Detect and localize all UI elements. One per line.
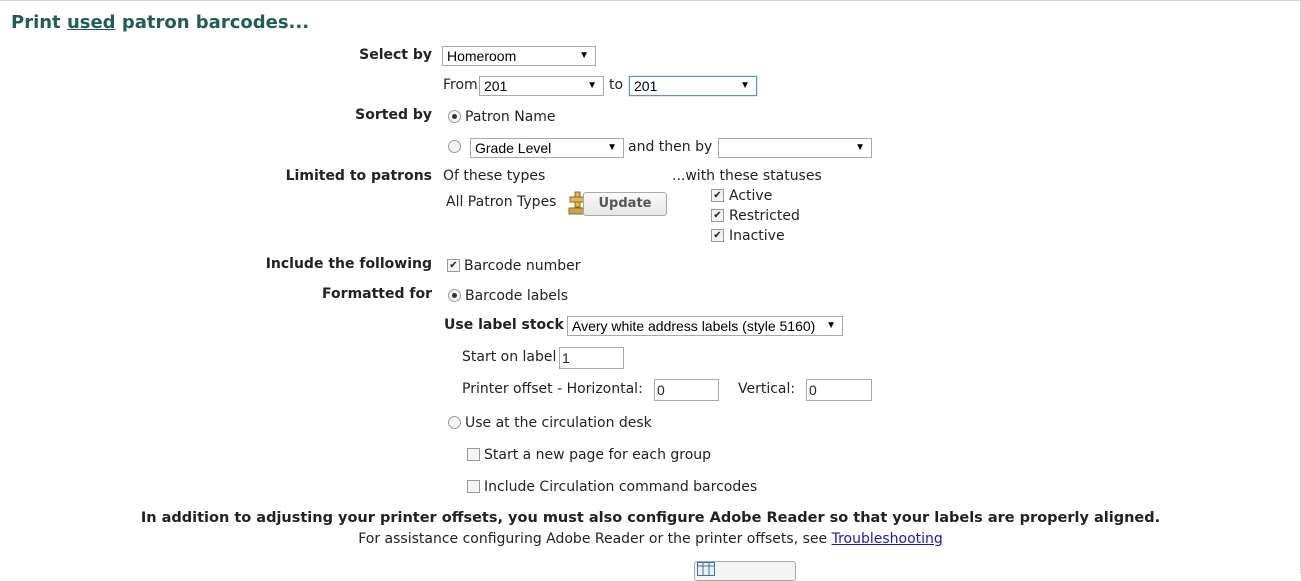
start-on-label-input[interactable]: 1 [559, 347, 624, 369]
adobe-notice: In addition to adjusting your printer of… [140, 510, 1161, 526]
new-page-checkbox[interactable] [467, 448, 480, 461]
status-active-label: Active [729, 188, 773, 204]
chevron-down-icon: ▼ [587, 80, 597, 91]
sort-grade-level-radio[interactable] [448, 140, 461, 153]
chevron-down-icon: ▼ [740, 80, 750, 91]
circulation-desk-radio[interactable] [448, 416, 461, 429]
select-by-dropdown[interactable]: Homeroom ▼ [442, 46, 596, 66]
circ-commands-label: Include Circulation command barcodes [484, 479, 758, 495]
label-stock-dropdown[interactable]: Avery white address labels (style 5160) ▼ [567, 316, 843, 336]
barcode-number-checkbox[interactable]: ✔ [447, 259, 460, 272]
from-label: From [443, 77, 478, 93]
to-label: to [609, 77, 624, 93]
print-button[interactable] [694, 561, 796, 581]
select-by-label: Select by [359, 47, 432, 63]
start-on-label: Start on label [462, 349, 557, 365]
page-title: Print used patron barcodes... [11, 12, 310, 33]
chevron-down-icon: ▼ [826, 320, 836, 331]
barcode-labels-label: Barcode labels [465, 288, 568, 304]
barcode-labels-radio[interactable] [448, 289, 461, 302]
chevron-down-icon: ▼ [579, 50, 589, 61]
label-stock-label: Use label stock [444, 317, 564, 333]
status-inactive-label: Inactive [729, 228, 785, 244]
sort-patron-name-label: Patron Name [465, 109, 556, 125]
status-active-checkbox[interactable]: ✔ [711, 189, 724, 202]
chevron-down-icon: ▼ [607, 142, 617, 153]
circ-commands-checkbox[interactable] [467, 480, 480, 493]
troubleshooting-link[interactable]: Troubleshooting [832, 531, 943, 547]
update-button[interactable]: Update [583, 192, 667, 216]
statuses-header: ...with these statuses [672, 168, 822, 184]
chevron-down-icon: ▼ [855, 142, 865, 153]
from-dropdown[interactable]: 201 ▼ [479, 76, 604, 96]
offset-vertical-label: Vertical: [738, 381, 796, 397]
new-page-label: Start a new page for each group [484, 447, 712, 463]
then-by-dropdown[interactable]: ▼ [718, 138, 872, 158]
circulation-desk-label: Use at the circulation desk [465, 415, 652, 431]
status-restricted-checkbox[interactable]: ✔ [711, 209, 724, 222]
limited-label: Limited to patrons [285, 168, 432, 184]
barcode-number-label: Barcode number [464, 258, 581, 274]
status-restricted-label: Restricted [729, 208, 800, 224]
include-label: Include the following [265, 256, 432, 272]
offset-horizontal-label: Printer offset - Horizontal: [462, 381, 643, 397]
formatted-for-label: Formatted for [322, 286, 432, 302]
offset-vertical-input[interactable]: 0 [806, 379, 872, 401]
types-header: Of these types [443, 168, 546, 184]
sort-patron-name-radio[interactable] [448, 110, 461, 123]
sort-field-dropdown[interactable]: Grade Level ▼ [470, 138, 624, 158]
to-dropdown[interactable]: 201 ▼ [629, 76, 757, 96]
assistance-text: For assistance configuring Adobe Reader … [358, 531, 943, 547]
offset-horizontal-input[interactable]: 0 [654, 379, 719, 401]
status-inactive-checkbox[interactable]: ✔ [711, 229, 724, 242]
then-by-label: and then by [628, 139, 713, 155]
sorted-by-label: Sorted by [355, 107, 432, 123]
patron-types-value: All Patron Types [446, 194, 557, 210]
